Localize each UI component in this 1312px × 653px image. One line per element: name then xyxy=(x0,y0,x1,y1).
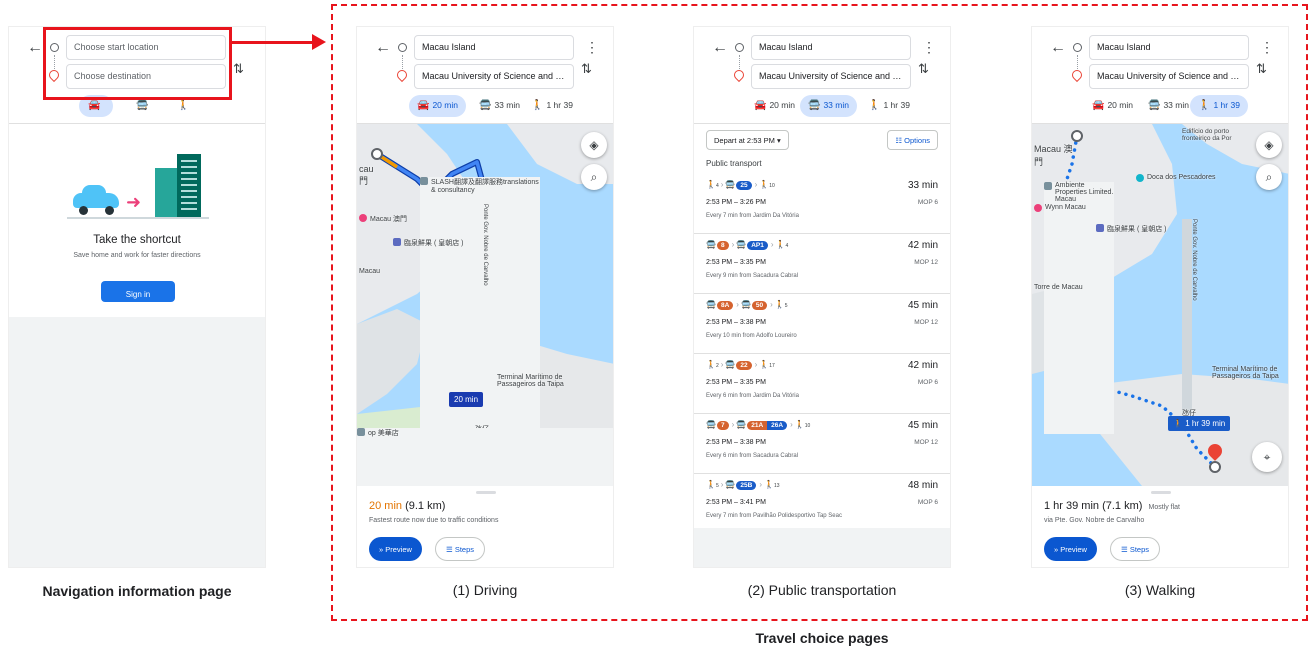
sign-in-button[interactable]: Sign in xyxy=(101,281,175,302)
shortcut-subtitle: Save home and work for faster directions xyxy=(73,252,201,259)
caption-navigation: Navigation information page xyxy=(42,583,232,599)
shortcut-title: Take the shortcut xyxy=(93,234,181,246)
ground-line xyxy=(67,217,209,219)
shortcut-card: ➜ Take the shortcut Save home and work f… xyxy=(9,124,265,317)
car-icon: 🚘 xyxy=(88,100,101,111)
building-illustration xyxy=(177,154,201,218)
navigation-info-page: ← Choose start location Choose destinati… xyxy=(8,26,266,568)
swap-icon[interactable]: ⇅ xyxy=(233,61,244,77)
caption-travel-choice: Travel choice pages xyxy=(755,630,889,646)
wheel xyxy=(79,206,88,215)
caption-driving: (1) Driving xyxy=(452,582,518,598)
empty-area xyxy=(9,317,265,567)
travel-choice-frame xyxy=(331,4,1308,621)
back-arrow-icon[interactable]: ← xyxy=(27,39,43,57)
caption-walking: (3) Walking xyxy=(1124,582,1196,598)
arrow-right-icon: ➜ xyxy=(126,192,142,212)
wheel xyxy=(105,206,114,215)
car-illustration xyxy=(73,185,119,208)
highlight-box xyxy=(43,27,232,100)
annotation-arrow xyxy=(232,41,314,44)
caption-transit: (2) Public transportation xyxy=(747,582,897,598)
arrow-head-icon xyxy=(312,34,326,50)
walk-icon: 🚶 xyxy=(177,100,190,111)
bus-icon: 🚍 xyxy=(136,100,149,111)
